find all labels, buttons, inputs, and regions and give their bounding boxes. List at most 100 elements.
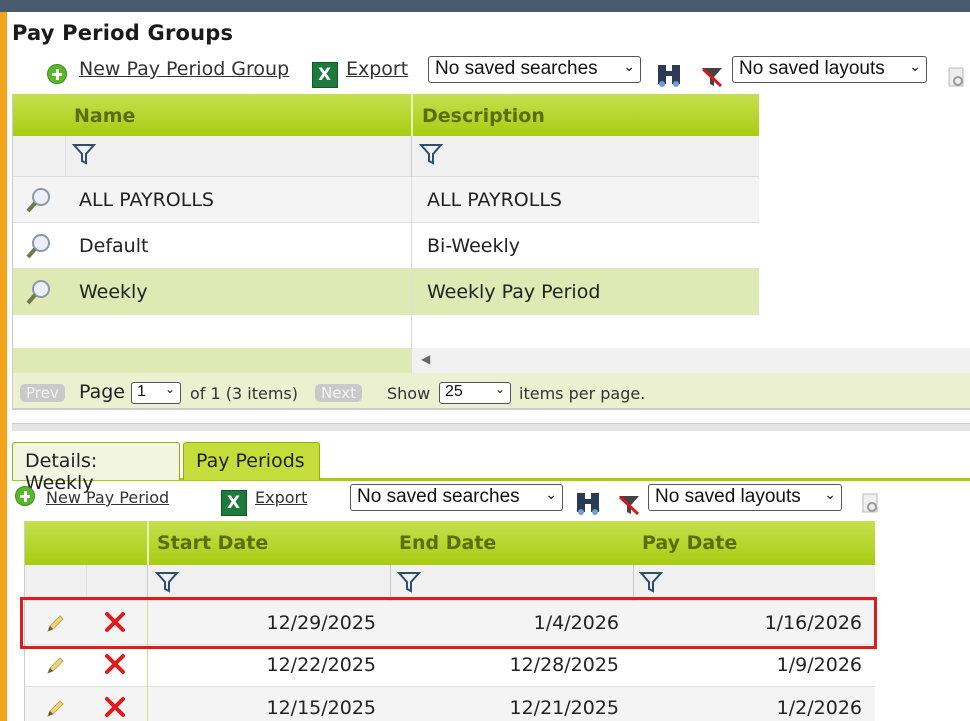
new-pay-period-label[interactable]: New Pay Period (46, 488, 169, 507)
filter-icon[interactable] (155, 570, 179, 594)
add-icon (15, 486, 35, 506)
row-description: Weekly Pay Period (427, 281, 601, 303)
layout-options-icon[interactable] (946, 66, 968, 88)
clear-filter-icon[interactable] (699, 64, 725, 90)
saved-layouts-select-2[interactable]: No saved layouts ⌄ (648, 484, 842, 511)
row-start-date: 12/15/2025 (266, 697, 376, 719)
tab-details[interactable]: Details: Weekly (12, 442, 180, 494)
page-count-text: of 1 (3 items) (190, 384, 299, 403)
top-bar (0, 0, 970, 12)
row-pay-date: 1/9/2026 (776, 654, 862, 676)
row-start-date: 12/22/2025 (266, 654, 376, 676)
chevron-down-icon: ⌄ (494, 382, 505, 396)
column-header-pay-date[interactable]: Pay Date (642, 532, 737, 554)
saved-searches-value-2: No saved searches (357, 486, 520, 507)
chevron-down-icon: ⌄ (824, 486, 836, 502)
page-title: Pay Period Groups (12, 21, 234, 45)
saved-layouts-value-2: No saved layouts (655, 486, 801, 507)
edit-pencil-icon[interactable] (44, 698, 66, 720)
excel-icon (221, 490, 247, 516)
excel-icon (312, 62, 338, 88)
binoculars-icon[interactable] (575, 490, 601, 516)
saved-searches-value: No saved searches (435, 58, 598, 79)
column-header-description[interactable]: Description (422, 105, 545, 127)
divider (147, 565, 148, 601)
row-end-date: 12/28/2025 (509, 654, 619, 676)
tab-pay-periods[interactable]: Pay Periods (183, 442, 320, 480)
row-description: ALL PAYROLLS (427, 189, 562, 211)
clear-filter-icon[interactable] (616, 492, 642, 518)
add-icon (47, 64, 67, 84)
filter-icon[interactable] (639, 570, 663, 594)
per-page-suffix: items per page. (519, 384, 646, 403)
show-label: Show (387, 384, 431, 403)
export-button[interactable]: Export (312, 58, 412, 90)
export-label-2[interactable]: Export (255, 488, 307, 507)
chevron-down-icon: ⌄ (909, 58, 921, 74)
column-header-name[interactable]: Name (74, 105, 135, 127)
table-row-selected[interactable]: Weekly Weekly Pay Period (13, 269, 759, 315)
column-divider (147, 521, 149, 565)
binoculars-icon[interactable] (656, 62, 682, 88)
column-header-end-date[interactable]: End Date (399, 532, 496, 554)
magnifier-icon[interactable] (25, 186, 53, 214)
divider (411, 136, 412, 177)
per-page-value: 25 (445, 383, 463, 400)
chevron-down-icon: ⌄ (545, 486, 557, 502)
chevron-down-icon: ⌄ (164, 382, 175, 396)
left-gap (7, 12, 10, 721)
row-name: Weekly (79, 281, 148, 303)
new-pay-period-group-button[interactable]: New Pay Period Group (47, 58, 297, 88)
row-description: Bi-Weekly (427, 235, 520, 257)
row-name: Default (79, 235, 149, 257)
row-pay-date: 1/2/2026 (776, 697, 862, 719)
table-row[interactable]: 12/15/2025 12/21/2025 1/2/2026 (25, 687, 875, 721)
pane-splitter[interactable] (12, 423, 970, 431)
column-divider (411, 94, 413, 136)
saved-layouts-select[interactable]: No saved layouts ⌄ (732, 56, 927, 83)
chevron-down-icon: ⌄ (623, 58, 635, 74)
edit-pencil-icon[interactable] (44, 655, 66, 677)
next-button[interactable]: Next (315, 384, 362, 402)
divider (65, 136, 66, 177)
tab-pay-periods-label: Pay Periods (196, 450, 305, 472)
export-label[interactable]: Export (346, 58, 408, 80)
export-button-2[interactable]: Export (221, 486, 311, 518)
frozen-column-area (13, 315, 411, 373)
saved-searches-select[interactable]: No saved searches ⌄ (428, 56, 641, 83)
magnifier-icon[interactable] (25, 278, 53, 306)
pay-period-groups-grid: Name Description ALL PAYROLLS ALL PAYROL… (12, 94, 970, 410)
new-pay-period-group-label[interactable]: New Pay Period Group (79, 58, 289, 80)
per-page-select[interactable]: 25 ⌄ (439, 382, 511, 404)
page-value: 1 (137, 383, 146, 400)
highlight-box (20, 597, 877, 649)
filter-icon[interactable] (397, 570, 421, 594)
filter-row (13, 136, 759, 177)
delete-x-icon[interactable] (104, 653, 126, 675)
table-row[interactable]: ALL PAYROLLS ALL PAYROLLS (13, 177, 759, 223)
delete-x-icon[interactable] (104, 696, 126, 718)
saved-searches-select-2[interactable]: No saved searches ⌄ (350, 484, 563, 511)
filter-icon[interactable] (72, 142, 96, 166)
page-select[interactable]: 1 ⌄ (131, 382, 181, 404)
table-row[interactable]: Default Bi-Weekly (13, 223, 759, 269)
filter-icon[interactable] (419, 142, 443, 166)
left-accent-bar (0, 12, 7, 721)
prev-button[interactable]: Prev (20, 384, 65, 402)
divider (390, 565, 391, 601)
divider (86, 565, 87, 601)
column-header-start-date[interactable]: Start Date (157, 532, 268, 554)
horizontal-scrollbar[interactable]: ◀ (412, 348, 970, 373)
pager: Prev Page 1 ⌄ of 1 (3 items) Next Show 2… (13, 373, 970, 410)
scroll-gutter (13, 348, 411, 373)
new-pay-period-button[interactable]: New Pay Period (15, 486, 175, 514)
divider (633, 565, 634, 601)
table-row[interactable]: 12/22/2025 12/28/2025 1/9/2026 (25, 645, 875, 687)
divider (147, 687, 148, 721)
layout-options-icon[interactable] (860, 492, 882, 514)
filter-row (25, 565, 875, 601)
divider (147, 645, 148, 687)
scroll-left-arrow[interactable]: ◀ (421, 352, 430, 366)
magnifier-icon[interactable] (25, 232, 53, 260)
page-label: Page (79, 381, 125, 403)
